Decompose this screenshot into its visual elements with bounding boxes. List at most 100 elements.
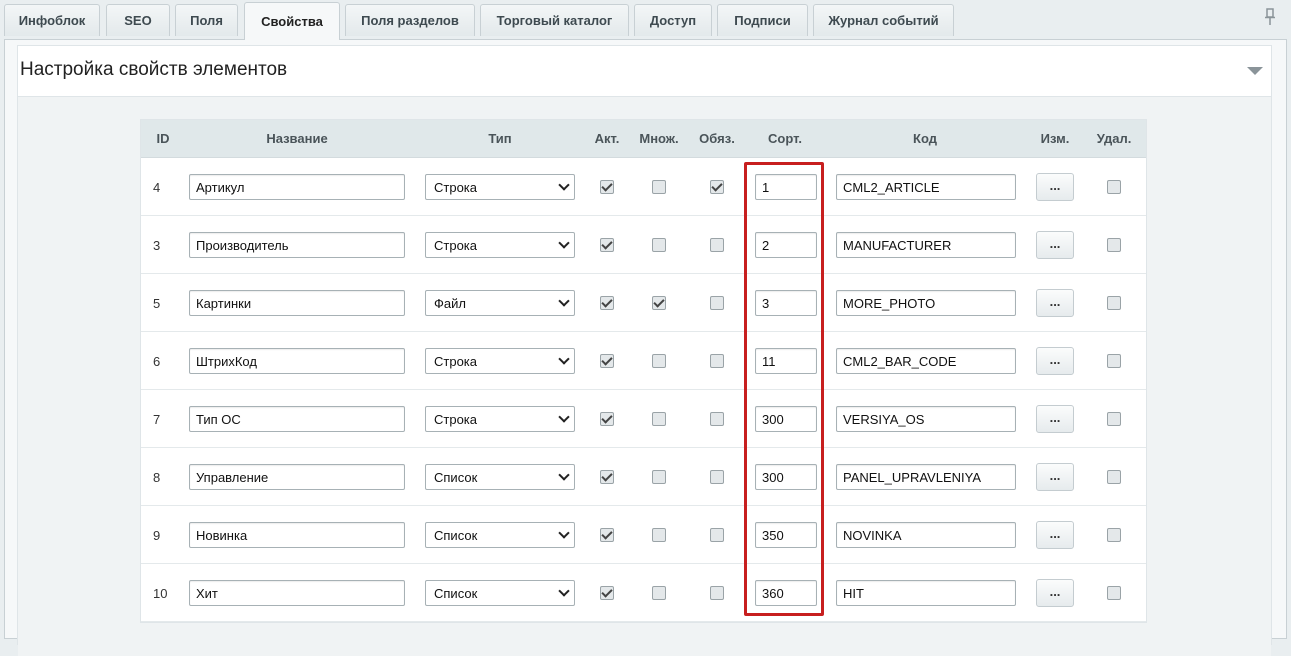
required-checkbox[interactable] (710, 296, 724, 310)
code-input[interactable] (836, 232, 1016, 258)
name-input[interactable] (189, 406, 405, 432)
tab-event-log[interactable]: Журнал событий (813, 4, 954, 36)
edit-property-button[interactable]: ... (1036, 579, 1074, 607)
tab-access[interactable]: Доступ (634, 4, 712, 36)
table-row: 10 Список ... (141, 564, 1146, 622)
name-input[interactable] (189, 580, 405, 606)
sort-input[interactable] (755, 348, 817, 374)
table-header: ID Название Тип Акт. Множ. Обяз. Сорт. К… (141, 120, 1146, 158)
name-input[interactable] (189, 290, 405, 316)
edit-property-button[interactable]: ... (1036, 463, 1074, 491)
active-checkbox[interactable] (600, 470, 614, 484)
edit-property-button[interactable]: ... (1036, 289, 1074, 317)
tab-infoblock[interactable]: Инфоблок (4, 4, 100, 36)
sort-input[interactable] (755, 580, 817, 606)
name-input[interactable] (189, 522, 405, 548)
active-checkbox[interactable] (600, 412, 614, 426)
delete-checkbox[interactable] (1107, 296, 1121, 310)
header-type: Тип (488, 131, 512, 146)
delete-checkbox[interactable] (1107, 180, 1121, 194)
header-code: Код (913, 131, 937, 146)
required-checkbox[interactable] (710, 238, 724, 252)
delete-checkbox[interactable] (1107, 470, 1121, 484)
required-checkbox[interactable] (710, 470, 724, 484)
required-checkbox[interactable] (710, 528, 724, 542)
code-input[interactable] (836, 348, 1016, 374)
multiple-checkbox[interactable] (652, 412, 666, 426)
header-required: Обяз. (699, 131, 735, 146)
required-checkbox[interactable] (710, 180, 724, 194)
required-checkbox[interactable] (710, 586, 724, 600)
active-checkbox[interactable] (600, 528, 614, 542)
type-select-value: Строка (434, 237, 478, 253)
active-checkbox[interactable] (600, 238, 614, 252)
type-select[interactable]: Файл (425, 290, 575, 316)
tab-seo[interactable]: SEO (106, 4, 170, 36)
type-select[interactable]: Строка (425, 406, 575, 432)
tab-properties[interactable]: Свойства (244, 2, 340, 40)
sort-input[interactable] (755, 290, 817, 316)
name-input[interactable] (189, 348, 405, 374)
active-checkbox[interactable] (600, 180, 614, 194)
type-select[interactable]: Строка (425, 174, 575, 200)
code-input[interactable] (836, 406, 1016, 432)
delete-checkbox[interactable] (1107, 528, 1121, 542)
edit-property-button[interactable]: ... (1036, 173, 1074, 201)
multiple-checkbox[interactable] (652, 180, 666, 194)
collapse-icon[interactable] (1247, 67, 1263, 75)
table-row: 5 Файл ... (141, 274, 1146, 332)
edit-property-button[interactable]: ... (1036, 347, 1074, 375)
delete-checkbox[interactable] (1107, 412, 1121, 426)
row-id: 7 (153, 411, 161, 427)
delete-checkbox[interactable] (1107, 238, 1121, 252)
table-row: 7 Строка ... (141, 390, 1146, 448)
sort-input[interactable] (755, 406, 817, 432)
table-body: 4 Строка ... (141, 158, 1146, 622)
tab-fields[interactable]: Поля (175, 4, 238, 36)
active-checkbox[interactable] (600, 354, 614, 368)
chevron-down-icon (558, 353, 570, 365)
code-input[interactable] (836, 174, 1016, 200)
multiple-checkbox[interactable] (652, 470, 666, 484)
name-input[interactable] (189, 232, 405, 258)
required-checkbox[interactable] (710, 354, 724, 368)
code-input[interactable] (836, 464, 1016, 490)
sort-input[interactable] (755, 464, 817, 490)
tab-bar: Инфоблок SEO Поля Свойства Поля разделов… (0, 0, 1291, 40)
tab-captions[interactable]: Подписи (717, 4, 808, 36)
delete-checkbox[interactable] (1107, 586, 1121, 600)
edit-property-button[interactable]: ... (1036, 405, 1074, 433)
multiple-checkbox[interactable] (652, 586, 666, 600)
tab-trade-catalog[interactable]: Торговый каталог (480, 4, 629, 36)
type-select[interactable]: Список (425, 464, 575, 490)
header-delete: Удал. (1096, 131, 1132, 146)
edit-property-button[interactable]: ... (1036, 231, 1074, 259)
name-input[interactable] (189, 464, 405, 490)
code-input[interactable] (836, 290, 1016, 316)
delete-checkbox[interactable] (1107, 354, 1121, 368)
chevron-down-icon (558, 527, 570, 539)
code-input[interactable] (836, 522, 1016, 548)
pin-icon[interactable] (1263, 8, 1277, 26)
required-checkbox[interactable] (710, 412, 724, 426)
multiple-checkbox[interactable] (652, 296, 666, 310)
name-input[interactable] (189, 174, 405, 200)
tab-section-fields[interactable]: Поля разделов (345, 4, 475, 36)
panel-body: Настройка свойств элементов ID Название … (17, 45, 1272, 656)
multiple-checkbox[interactable] (652, 528, 666, 542)
sort-input[interactable] (755, 232, 817, 258)
type-select-value: Список (434, 585, 478, 601)
type-select[interactable]: Строка (425, 232, 575, 258)
type-select[interactable]: Строка (425, 348, 575, 374)
code-input[interactable] (836, 580, 1016, 606)
multiple-checkbox[interactable] (652, 238, 666, 252)
type-select[interactable]: Список (425, 580, 575, 606)
edit-property-button[interactable]: ... (1036, 521, 1074, 549)
active-checkbox[interactable] (600, 296, 614, 310)
sort-input[interactable] (755, 522, 817, 548)
sort-input[interactable] (755, 174, 817, 200)
multiple-checkbox[interactable] (652, 354, 666, 368)
row-id: 5 (153, 295, 161, 311)
active-checkbox[interactable] (600, 586, 614, 600)
type-select[interactable]: Список (425, 522, 575, 548)
